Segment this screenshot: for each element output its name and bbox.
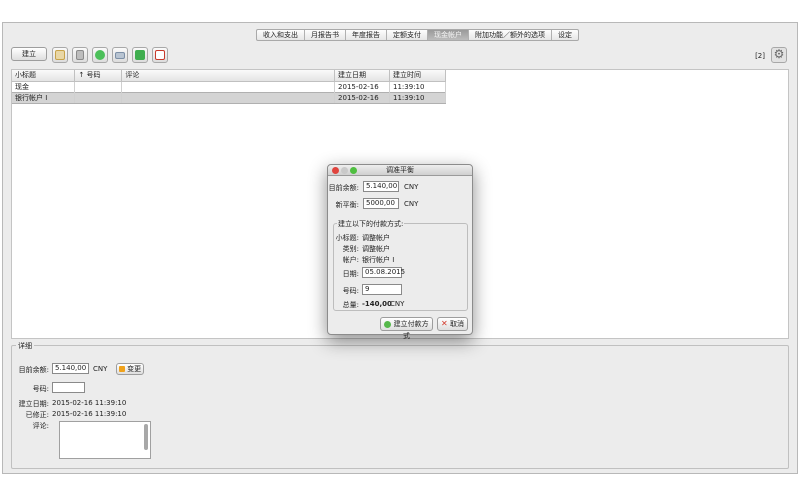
column-header-title[interactable]: 小标题 <box>12 70 76 82</box>
zoom-window-button[interactable] <box>350 167 357 174</box>
tab-monthly-report[interactable]: 月报告书 <box>305 30 346 40</box>
total-value: -140,00 <box>362 300 392 308</box>
balance-label: 目前余额: <box>18 366 49 374</box>
current-balance-label: 目前余额: <box>328 184 359 192</box>
category-value: 调整帐户 <box>362 245 390 253</box>
new-balance-currency: CNY <box>404 200 419 208</box>
created-value: 2015-02-16 11:39:10 <box>52 399 127 407</box>
cell-title: 银行帐户 I <box>12 91 76 104</box>
print-button[interactable] <box>112 47 128 63</box>
category-label: 类别: <box>342 245 359 253</box>
gear-icon: ⚙ <box>773 47 785 61</box>
cell-date: 2015-02-16 <box>334 81 391 92</box>
payment-group: 建立以下的付款方式: 小标题: 调整帐户 类别: 调整帐户 帐户: 银行帐户 I… <box>333 219 468 311</box>
change-button-label: 变更 <box>127 365 142 373</box>
dialog-titlebar: 调准平衡 <box>328 165 472 176</box>
tab-cash-accounts[interactable]: 现金帐户 <box>428 30 469 40</box>
arrow-right-icon <box>118 366 125 372</box>
table-row[interactable]: 现金 2015-02-16 11:39:10 <box>12 81 446 92</box>
cancel-button[interactable]: ✕ 取消 <box>437 317 468 331</box>
column-header-date[interactable]: 建立日期 <box>334 70 391 82</box>
export-excel-icon <box>135 50 145 60</box>
tab-bar: 收入和支出 月报告书 年度报告 定额支付 现金帐户 附加功能／额外的选项 设定 <box>256 29 579 41</box>
date-label: 日期: <box>342 270 359 278</box>
gear-button[interactable]: ⚙ <box>771 47 787 63</box>
create-button[interactable]: 建立 <box>11 47 47 61</box>
calendar-button[interactable] <box>52 47 68 63</box>
payment-group-legend: 建立以下的付款方式: <box>337 219 405 229</box>
create-payment-button[interactable]: 建立付款方式 <box>380 317 433 340</box>
subtitle-value: 调整帐户 <box>362 234 390 242</box>
change-button[interactable]: 变更 <box>116 363 144 375</box>
tab-income-expense[interactable]: 收入和支出 <box>257 30 305 40</box>
tab-annual-report[interactable]: 年度报告 <box>346 30 387 40</box>
cell-time: 11:39:10 <box>389 81 446 92</box>
current-balance-field: 5.140,00 <box>363 181 399 192</box>
tab-fixed-payments[interactable]: 定额支付 <box>387 30 428 40</box>
cell-number <box>74 81 123 92</box>
payment-number-label: 号码: <box>342 287 359 295</box>
close-window-button[interactable] <box>332 167 339 174</box>
total-currency: CNY <box>390 300 405 308</box>
number-field[interactable] <box>52 382 85 393</box>
page-count: [2] <box>755 52 765 60</box>
column-header-time[interactable]: 建立时间 <box>389 70 446 82</box>
comment-scrollbar[interactable] <box>144 424 148 450</box>
modified-value: 2015-02-16 11:39:10 <box>52 410 127 418</box>
adjust-balance-dialog: 调准平衡 目前余额: 5.140,00 CNY 新平衡: 5000,00 CNY… <box>327 164 473 340</box>
column-header-comment[interactable]: 评论 <box>121 70 336 82</box>
comment-label: 评论: <box>32 422 49 430</box>
new-balance-input[interactable]: 5000,00 <box>363 198 399 209</box>
table-row[interactable]: 银行帐户 I 2015-02-16 11:39:10 <box>12 91 446 104</box>
date-input[interactable]: 05.08.2015 <box>362 267 405 278</box>
cell-time: 11:39:10 <box>389 91 446 104</box>
total-label: 总量: <box>342 301 359 309</box>
trash-icon <box>76 50 84 60</box>
cell-comment <box>121 81 336 92</box>
details-legend: 详细 <box>16 341 34 351</box>
cell-comment <box>121 91 336 104</box>
export-pdf-button[interactable] <box>152 47 168 63</box>
delete-button[interactable] <box>72 47 88 63</box>
dialog-title: 调准平衡 <box>386 166 414 174</box>
export-excel-button[interactable] <box>132 47 148 63</box>
plus-circle-icon <box>384 320 392 328</box>
account-label: 帐户: <box>342 256 359 264</box>
column-header-number[interactable]: ↑ 号码 <box>74 70 123 82</box>
refresh-icon <box>95 50 105 60</box>
export-pdf-icon <box>155 50 165 60</box>
accounts-table: 小标题 ↑ 号码 评论 建立日期 建立时间 现金 2015-02-16 11:3… <box>12 70 446 104</box>
calendar-icon <box>55 50 65 60</box>
refresh-button[interactable] <box>92 47 108 63</box>
cell-title: 现金 <box>12 81 76 92</box>
minimize-window-button[interactable] <box>341 167 348 174</box>
balance-field: 5.140,00 <box>52 363 89 374</box>
new-balance-label: 新平衡: <box>335 201 359 209</box>
tab-settings[interactable]: 设定 <box>552 30 578 40</box>
cancel-label: 取消 <box>449 320 464 328</box>
created-label: 建立日期: <box>18 400 49 408</box>
cell-number <box>74 91 123 104</box>
modified-label: 已修正: <box>25 411 49 419</box>
print-icon <box>115 51 125 59</box>
details-panel: 详细 目前余额: 5.140,00 CNY 变更 号码: 建立日期: 2015-… <box>11 341 789 469</box>
close-icon: ✕ <box>441 319 448 328</box>
comment-textarea[interactable] <box>59 421 151 459</box>
number-label: 号码: <box>32 385 49 393</box>
current-balance-currency: CNY <box>404 183 419 191</box>
payment-number-input[interactable]: 9 <box>362 284 402 295</box>
subtitle-label: 小标题: <box>335 234 359 242</box>
tab-extras[interactable]: 附加功能／额外的选项 <box>469 30 552 40</box>
cell-date: 2015-02-16 <box>334 91 391 104</box>
account-value: 银行帐户 I <box>362 256 395 264</box>
balance-currency: CNY <box>93 365 108 373</box>
